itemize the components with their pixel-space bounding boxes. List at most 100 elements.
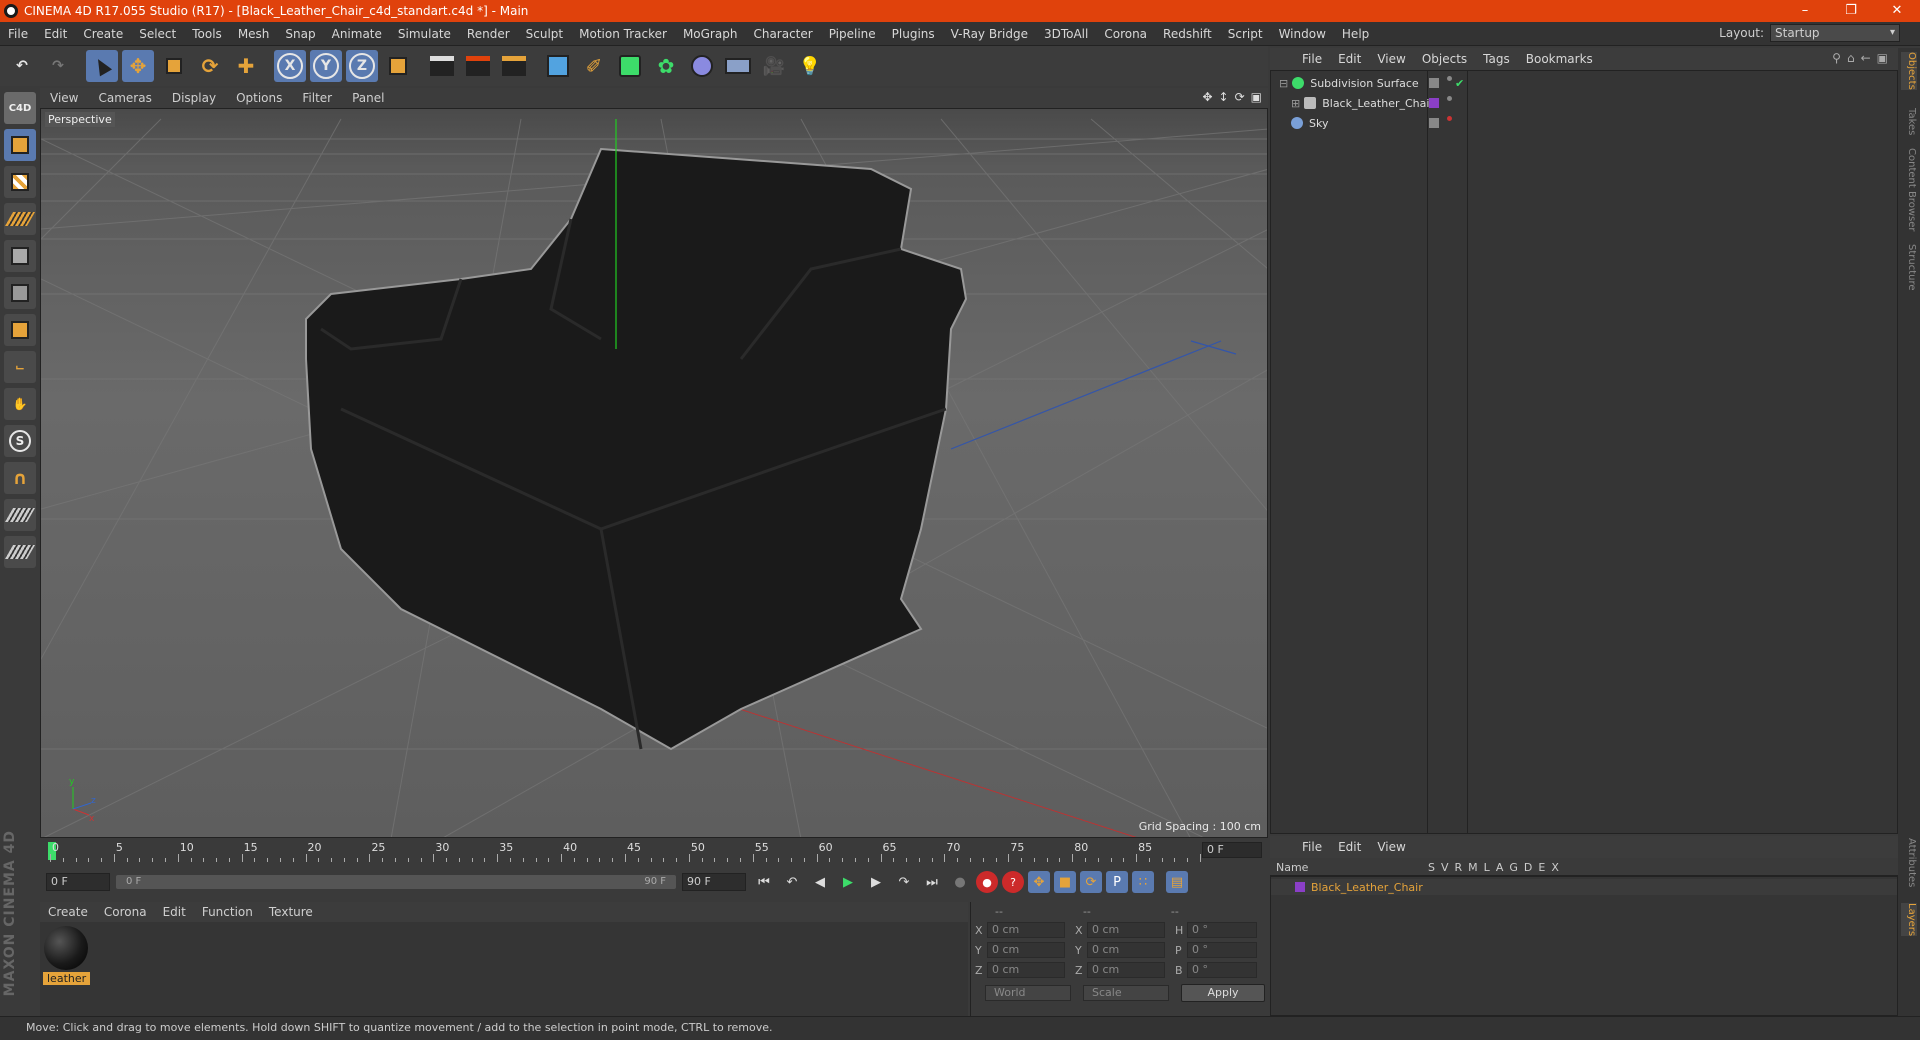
menu-file[interactable]: File xyxy=(0,27,36,41)
material-menu-texture[interactable]: Texture xyxy=(261,905,321,919)
magnet-icon[interactable]: ∩ xyxy=(4,462,36,494)
enabled-check-icon[interactable]: ✔ xyxy=(1455,77,1464,90)
tab-content-browser[interactable]: Content Browser xyxy=(1901,148,1917,231)
key-pla-icon[interactable]: ∷ xyxy=(1132,871,1154,893)
menu-tools[interactable]: Tools xyxy=(184,27,230,41)
layers-menu-view[interactable]: View xyxy=(1369,840,1413,854)
pen-spline-icon[interactable]: ✐ xyxy=(578,50,610,82)
previous-keyframe-icon[interactable]: ↶ xyxy=(780,870,804,894)
key-rotation-icon[interactable]: ⟳ xyxy=(1080,871,1102,893)
layer-color-swatch[interactable] xyxy=(1295,882,1305,892)
menu-render[interactable]: Render xyxy=(459,27,518,41)
nav-back-icon[interactable]: ← xyxy=(1861,51,1871,65)
cloner-icon[interactable]: ✿ xyxy=(650,50,682,82)
menu-character[interactable]: Character xyxy=(745,27,820,41)
rotation-h-field[interactable]: 0 ° xyxy=(1187,922,1257,938)
edges-mode-icon[interactable] xyxy=(4,277,36,309)
visibility-dot-icon[interactable] xyxy=(1447,76,1452,81)
previous-frame-icon[interactable]: ◀ xyxy=(808,870,832,894)
texture-mode-icon[interactable] xyxy=(4,166,36,198)
objects-menu-file[interactable]: File xyxy=(1294,52,1330,66)
viewport-menu-filter[interactable]: Filter xyxy=(292,91,342,105)
position-z-field[interactable]: 0 cm xyxy=(987,962,1065,978)
material-menu-corona[interactable]: Corona xyxy=(96,905,155,919)
visibility-dot-icon[interactable] xyxy=(1447,96,1452,101)
z-axis-lock-icon[interactable]: Z xyxy=(346,50,378,82)
expressions-header[interactable]: E xyxy=(1538,861,1545,874)
axis-mode-icon[interactable]: ⌙ xyxy=(4,351,36,383)
cube-object-icon[interactable] xyxy=(542,50,574,82)
tab-attributes[interactable]: Attributes xyxy=(1901,838,1917,887)
home-icon[interactable]: ⌂ xyxy=(1847,51,1855,65)
menu-mograph[interactable]: MoGraph xyxy=(675,27,746,41)
solo-header[interactable]: S xyxy=(1428,861,1435,874)
viewport-menu-display[interactable]: Display xyxy=(162,91,226,105)
rotation-b-field[interactable]: 0 ° xyxy=(1187,962,1257,978)
object-row-subdivision-surface[interactable]: ⊟ Subdivision Surface ✔ xyxy=(1271,73,1899,93)
maximize-panel-icon[interactable]: ▣ xyxy=(1877,51,1888,65)
material-menu-edit[interactable]: Edit xyxy=(155,905,194,919)
preview-range-slider[interactable]: 0 F 90 F xyxy=(116,875,676,889)
search-icon[interactable]: ⚲ xyxy=(1832,51,1841,65)
tweak-mode-icon[interactable]: ✋ xyxy=(4,388,36,420)
objects-menu-objects[interactable]: Objects xyxy=(1414,52,1475,66)
undo-icon[interactable]: ↶ xyxy=(6,50,38,82)
timeline-ruler[interactable]: 051015202530354045505560657075808590 0 F xyxy=(40,840,1268,862)
material-menu-create[interactable]: Create xyxy=(40,905,96,919)
menu-plugins[interactable]: Plugins xyxy=(884,27,943,41)
deformer-icon[interactable] xyxy=(686,50,718,82)
animation-header[interactable]: A xyxy=(1496,861,1504,874)
viewport-menu-view[interactable]: View xyxy=(40,91,88,105)
viewport-camera-label[interactable]: Perspective xyxy=(45,112,115,127)
menu-select[interactable]: Select xyxy=(131,27,184,41)
go-to-end-icon[interactable]: ⏭ xyxy=(920,870,944,894)
transform-icon[interactable]: ✚ xyxy=(230,50,262,82)
maximize-button[interactable]: ❐ xyxy=(1828,0,1874,22)
current-frame-field[interactable]: 0 F xyxy=(1202,842,1262,858)
menu-corona[interactable]: Corona xyxy=(1096,27,1155,41)
manager-header[interactable]: M xyxy=(1468,861,1478,874)
perspective-viewport[interactable]: y x z Perspective Grid Spacing : 100 cm xyxy=(40,108,1268,838)
record-disabled-icon[interactable]: ● xyxy=(948,870,972,894)
objects-menu-edit[interactable]: Edit xyxy=(1330,52,1369,66)
material-name[interactable]: leather xyxy=(43,972,91,985)
size-mode-dropdown[interactable]: Scale xyxy=(1083,985,1169,1001)
layer-row[interactable]: Black_Leather_Chair xyxy=(1271,879,1897,895)
render-view-icon[interactable] xyxy=(426,50,458,82)
grid-snap-icon[interactable] xyxy=(4,536,36,568)
key-scale-icon[interactable]: ■ xyxy=(1054,871,1076,893)
menu-edit[interactable]: Edit xyxy=(36,27,75,41)
next-keyframe-icon[interactable]: ↷ xyxy=(892,870,916,894)
workplane-mode-icon[interactable] xyxy=(4,203,36,235)
size-x-field[interactable]: 0 cm xyxy=(1087,922,1165,938)
snap-icon[interactable]: S xyxy=(4,425,36,457)
menu-mesh[interactable]: Mesh xyxy=(230,27,278,41)
timeline-window-icon[interactable]: ▤ xyxy=(1166,871,1188,893)
menu-motion-tracker[interactable]: Motion Tracker xyxy=(571,27,675,41)
record-active-keys-icon[interactable]: ● xyxy=(976,871,998,893)
rotate-icon[interactable]: ⟳ xyxy=(194,50,226,82)
y-axis-lock-icon[interactable]: Y xyxy=(310,50,342,82)
tab-structure[interactable]: Structure xyxy=(1901,244,1917,291)
menu-window[interactable]: Window xyxy=(1271,27,1334,41)
view-header[interactable]: V xyxy=(1441,861,1449,874)
end-frame-field[interactable]: 90 F xyxy=(682,873,746,891)
position-x-field[interactable]: 0 cm xyxy=(987,922,1065,938)
layout-dropdown[interactable]: Startup xyxy=(1770,24,1900,42)
generators-header[interactable]: G xyxy=(1509,861,1518,874)
menu-snap[interactable]: Snap xyxy=(277,27,323,41)
coordinate-mode-dropdown[interactable]: World xyxy=(985,985,1071,1001)
go-to-start-icon[interactable]: ⏮ xyxy=(752,870,776,894)
size-y-field[interactable]: 0 cm xyxy=(1087,942,1165,958)
polygons-mode-icon[interactable] xyxy=(4,314,36,346)
layers-menu-file[interactable]: File xyxy=(1294,840,1330,854)
menu-simulate[interactable]: Simulate xyxy=(390,27,459,41)
xref-header[interactable]: X xyxy=(1551,861,1559,874)
pan-icon[interactable]: ✥ xyxy=(1202,90,1212,104)
render-header[interactable]: R xyxy=(1455,861,1463,874)
live-selection-icon[interactable] xyxy=(86,50,118,82)
subdivision-surface-icon[interactable] xyxy=(614,50,646,82)
close-button[interactable]: ✕ xyxy=(1874,0,1920,22)
object-row-black-leather-chair[interactable]: ⊞ Black_Leather_Chair xyxy=(1271,93,1899,113)
size-z-field[interactable]: 0 cm xyxy=(1087,962,1165,978)
